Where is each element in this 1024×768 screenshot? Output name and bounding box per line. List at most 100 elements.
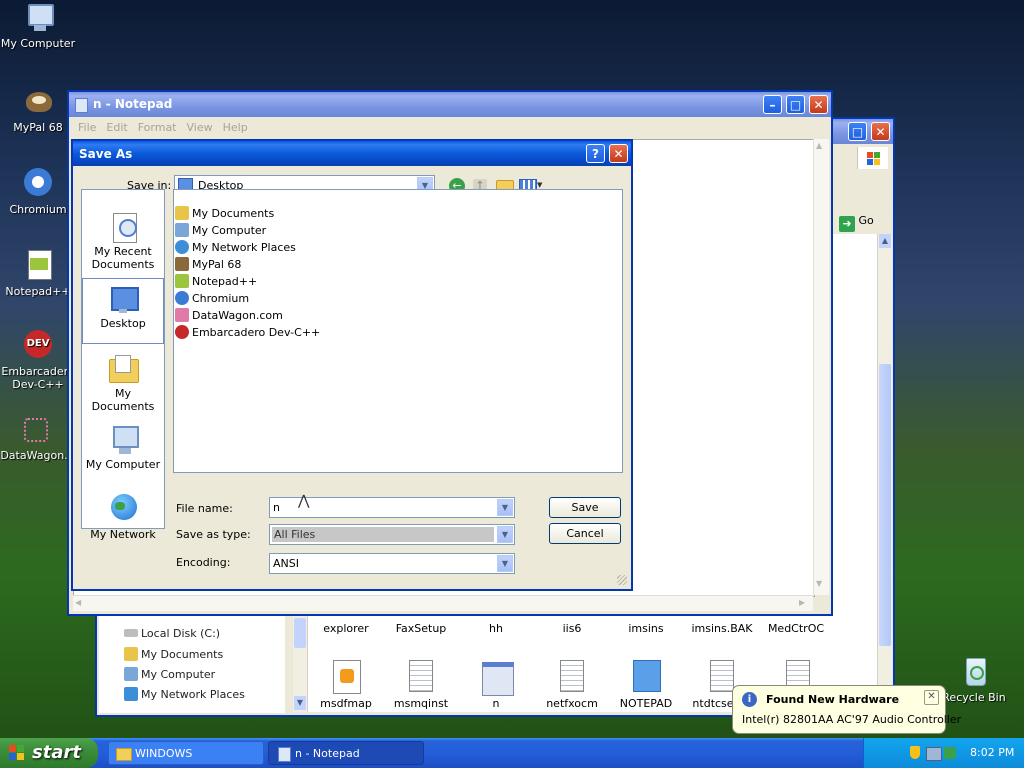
chevron-down-icon[interactable]: ▼ xyxy=(497,555,513,572)
file-item[interactable]: NOTEPAD xyxy=(616,697,676,710)
nav-item-my-computer[interactable]: My Computer xyxy=(124,667,215,681)
devcpp-icon xyxy=(175,325,189,339)
save-as-dialog[interactable]: Save As ? ✕ Save in: Desktop ▼ ← ↑ ▼ My … xyxy=(72,140,632,590)
desktop-icon-mypal[interactable]: MyPal 68 xyxy=(0,86,76,134)
notepad-menubar: File Edit Format View Help xyxy=(73,118,253,138)
nav-item-my-network-places[interactable]: My Network Places xyxy=(124,687,245,701)
file-item[interactable]: n xyxy=(466,697,526,710)
place-my-documents[interactable]: My Documents xyxy=(83,353,163,413)
explorer-splitter-scroll[interactable]: ▼ xyxy=(293,616,308,712)
close-button[interactable]: ✕ xyxy=(609,144,628,163)
drive-icon xyxy=(124,629,138,637)
network-globe-icon xyxy=(107,494,139,526)
menu-file[interactable]: File xyxy=(73,118,101,137)
file-item[interactable]: FaxSetup xyxy=(390,622,452,635)
file-item[interactable]: imsins.BAK xyxy=(690,622,754,635)
hardware-tray-icon[interactable] xyxy=(944,747,956,759)
file-item[interactable]: iis6 xyxy=(542,622,602,635)
balloon-notification[interactable]: i Found New Hardware ✕ Intel(r) 82801AA … xyxy=(732,685,961,734)
network-icon xyxy=(124,687,138,701)
file-item[interactable]: ntdtcse xyxy=(690,697,736,710)
menu-format[interactable]: Format xyxy=(133,118,182,137)
maximize-button[interactable]: □ xyxy=(848,122,867,141)
list-item[interactable]: Chromium xyxy=(175,291,249,307)
file-item[interactable]: msmqinst xyxy=(390,697,452,710)
desktop-icon-label: My Computer xyxy=(0,37,76,50)
notepad-hscroll[interactable]: ◀ ▶ xyxy=(73,595,813,611)
file-item[interactable]: hh xyxy=(466,622,526,635)
menu-edit[interactable]: Edit xyxy=(101,118,132,137)
desktop-icon-my-computer[interactable]: My Computer xyxy=(0,2,76,50)
datawagon-icon xyxy=(18,414,50,446)
taskbar-item-notepad[interactable]: n - Notepad xyxy=(268,741,424,765)
text-file-icon xyxy=(409,660,433,692)
info-icon: i xyxy=(742,692,757,707)
help-button[interactable]: ? xyxy=(586,144,605,163)
list-item[interactable]: My Documents xyxy=(175,206,274,222)
start-button[interactable]: start xyxy=(0,738,98,768)
network-tray-icon[interactable] xyxy=(926,747,942,761)
chevron-down-icon[interactable]: ▼ xyxy=(497,526,513,543)
nav-item-local-disk[interactable]: Local Disk (C:) xyxy=(124,627,220,640)
cancel-button[interactable]: Cancel xyxy=(549,523,621,544)
resize-grip[interactable] xyxy=(617,575,627,585)
desktop-icon-recycle-bin[interactable]: Recycle Bin xyxy=(936,656,1012,704)
close-button[interactable]: ✕ xyxy=(871,122,890,141)
computer-icon xyxy=(22,2,54,34)
place-my-recent-documents[interactable]: My Recent Documents xyxy=(83,211,163,271)
list-item[interactable]: My Network Places xyxy=(175,240,296,256)
recycle-bin-icon xyxy=(958,656,990,688)
clock[interactable]: 8:02 PM xyxy=(970,746,1014,759)
notepad-vscroll[interactable]: ▲ ▼ xyxy=(813,139,829,595)
minimize-button[interactable]: – xyxy=(763,95,782,114)
file-item[interactable]: imsins xyxy=(616,622,676,635)
desktop-icon-label: DataWagon. xyxy=(0,449,68,462)
desktop-icon-notepadpp[interactable]: Notepad++ xyxy=(0,250,76,298)
save-as-titlebar[interactable]: Save As ? ✕ xyxy=(73,141,631,166)
explorer-scrollbar[interactable]: ▲ xyxy=(877,234,892,712)
datawagon-icon xyxy=(175,308,189,322)
nav-item-my-documents[interactable]: My Documents xyxy=(124,647,223,661)
balloon-close-button[interactable]: ✕ xyxy=(924,690,939,705)
menu-view[interactable]: View xyxy=(182,118,218,137)
place-desktop[interactable]: Desktop xyxy=(82,278,164,344)
chromium-icon xyxy=(175,291,189,305)
notepad-file-icon xyxy=(633,660,661,692)
list-item[interactable]: DataWagon.com xyxy=(175,308,283,324)
go-button[interactable]: ➜ Go xyxy=(839,211,883,232)
list-item[interactable]: My Computer xyxy=(175,223,266,239)
view-menu-chevron-icon[interactable]: ▼ xyxy=(537,181,542,189)
chevron-down-icon[interactable]: ▼ xyxy=(497,499,513,516)
file-item[interactable]: MedCtrOC xyxy=(766,622,826,635)
notepad-titlebar[interactable]: n - Notepad – □ ✕ xyxy=(69,92,831,117)
encoding-dropdown[interactable]: ANSI ▼ xyxy=(269,553,515,574)
window-title: n - Notepad xyxy=(93,97,173,111)
save-button[interactable]: Save xyxy=(549,497,621,518)
file-item[interactable]: explorer xyxy=(316,622,376,635)
maximize-button[interactable]: □ xyxy=(786,95,805,114)
save-type-dropdown[interactable]: All Files ▼ xyxy=(269,524,515,545)
list-item[interactable]: MyPal 68 xyxy=(175,257,241,273)
taskbar-item-windows[interactable]: WINDOWS xyxy=(108,741,264,765)
security-shield-icon[interactable] xyxy=(910,746,920,759)
devcpp-icon: DEV xyxy=(22,330,54,362)
desktop-icon-datawagon[interactable]: DataWagon. xyxy=(0,414,72,462)
network-icon xyxy=(175,240,189,254)
file-item[interactable]: netfxocm xyxy=(542,697,602,710)
close-button[interactable]: ✕ xyxy=(809,95,828,114)
folder-icon xyxy=(124,647,138,661)
computer-icon xyxy=(124,667,138,681)
place-my-network[interactable]: My Network xyxy=(83,494,163,541)
desktop-icon-label: MyPal 68 xyxy=(13,121,63,134)
file-item[interactable]: msdfmap xyxy=(316,697,376,710)
windows-logo-icon xyxy=(857,147,888,169)
place-my-computer[interactable]: My Computer xyxy=(83,424,163,471)
desktop-icon-devcpp[interactable]: DEV Embarcadero Dev-C++ xyxy=(0,330,76,391)
folder-docs-icon xyxy=(175,206,189,220)
desktop-icon-chromium[interactable]: Chromium xyxy=(0,168,76,216)
desktop-icon-label: Recycle Bin xyxy=(942,691,1006,704)
list-item[interactable]: Embarcadero Dev-C++ xyxy=(175,325,320,341)
menu-help[interactable]: Help xyxy=(218,118,253,137)
list-item[interactable]: Notepad++ xyxy=(175,274,257,290)
text-file-icon xyxy=(710,660,734,692)
